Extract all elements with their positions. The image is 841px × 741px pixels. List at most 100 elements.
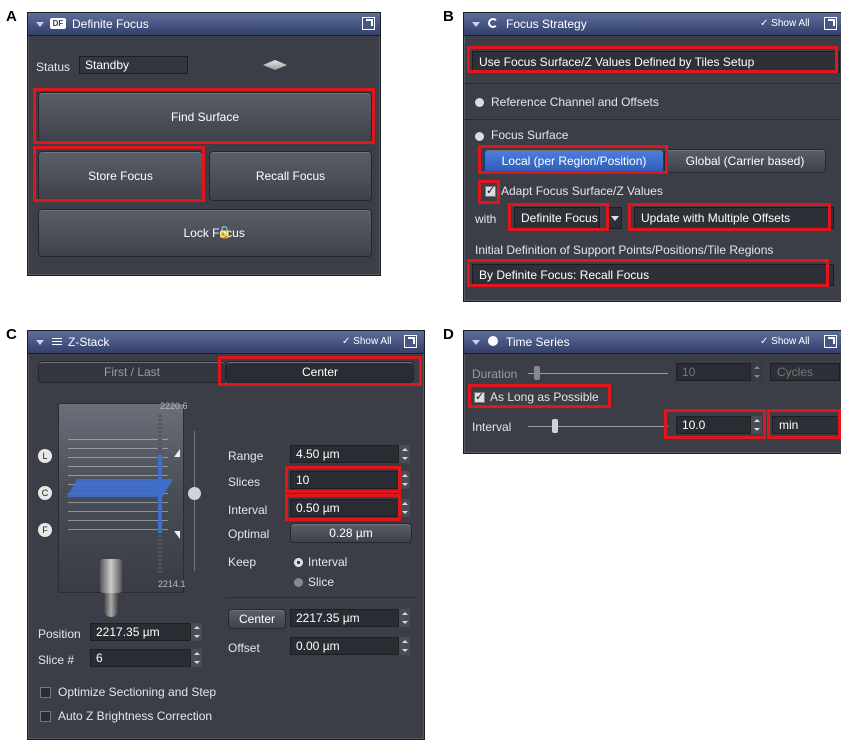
undock-icon[interactable] (824, 17, 837, 30)
z-stack-panel: Z-Stack ✓ Show All First / Last Center 2… (27, 330, 425, 740)
slices-field[interactable]: 10 (290, 471, 410, 489)
range-bottom-marker[interactable] (174, 531, 180, 539)
slice-number-field[interactable]: 6 (90, 649, 202, 667)
collapse-arrow-icon[interactable] (472, 22, 480, 27)
time-series-panel: Time Series ✓ Show All Duration 10 Cycle… (463, 330, 841, 454)
duration-unit-select[interactable]: Cycles (770, 363, 840, 381)
offset-field[interactable]: 0.00 µm (290, 637, 410, 655)
center-button[interactable]: Center (228, 609, 286, 629)
range-label: Range (228, 449, 264, 463)
df-badge-icon: DF (50, 18, 66, 29)
undock-icon[interactable] (362, 17, 375, 30)
local-per-region-button[interactable]: Local (per Region/Position) (484, 149, 664, 173)
keep-label: Keep (228, 555, 257, 569)
offset-stepper[interactable] (398, 637, 410, 655)
reference-channel-section[interactable]: Reference Channel and Offsets (491, 95, 659, 109)
panel-title: Time Series (506, 335, 570, 349)
duration-slider-knob[interactable] (534, 366, 540, 380)
lock-focus-button[interactable]: 🔒 Lock Focus (38, 209, 372, 257)
status-value: Standby (79, 56, 188, 74)
as-long-as-possible-label: As Long as Possible (490, 390, 599, 404)
slice-number-stepper[interactable] (190, 649, 202, 667)
duration-slider-track[interactable] (528, 373, 668, 374)
auto-z-brightness-label: Auto Z Brightness Correction (58, 709, 213, 723)
as-long-as-possible-checkbox[interactable] (474, 390, 485, 403)
tab-first-last[interactable]: First / Last (38, 361, 226, 383)
global-carrier-button[interactable]: Global (Carrier based) (664, 149, 826, 173)
show-all-toggle[interactable]: ✓ Show All (760, 18, 810, 29)
tab-center[interactable]: Center (226, 361, 414, 383)
offset-label: Offset (228, 641, 260, 655)
position-field[interactable]: 2217.35 µm (90, 623, 202, 641)
optimize-sectioning-label: Optimize Sectioning and Step (58, 685, 217, 699)
collapse-arrow-icon[interactable] (36, 22, 44, 27)
show-all-toggle[interactable]: ✓ Show All (760, 336, 810, 347)
with-select[interactable]: Definite Focus (514, 207, 600, 229)
interval-label: Interval (228, 503, 268, 517)
show-all-toggle[interactable]: ✓ Show All (342, 336, 392, 347)
panel-label-c: C (6, 326, 17, 343)
z-stack-header[interactable]: Z-Stack ✓ Show All (28, 331, 424, 354)
objective-tip-icon (104, 593, 118, 617)
undock-icon[interactable] (824, 335, 837, 348)
undock-icon[interactable] (404, 335, 417, 348)
slices-label: Slices (228, 475, 261, 489)
panel-title: Focus Strategy (506, 17, 587, 31)
position-stepper[interactable] (190, 623, 202, 641)
panel-title: Z-Stack (68, 335, 110, 349)
range-field[interactable]: 4.50 µm (290, 445, 410, 463)
divider (464, 119, 841, 120)
store-focus-button[interactable]: Store Focus (38, 151, 203, 201)
panel-label-d: D (443, 326, 454, 343)
center-stepper[interactable] (398, 609, 410, 627)
auto-z-brightness-checkbox[interactable] (40, 711, 51, 722)
collapse-arrow-icon[interactable] (36, 340, 44, 345)
focus-surface-section[interactable]: Focus Surface (491, 128, 568, 142)
find-surface-button[interactable]: Find Surface (38, 92, 372, 142)
objective-icon (100, 559, 122, 593)
keep-slice-radio[interactable] (294, 578, 303, 587)
optimal-label: Optimal (228, 527, 270, 541)
expand-icon[interactable] (475, 98, 484, 107)
optimal-button[interactable]: 0.28 µm (290, 523, 412, 543)
interval-slider-knob[interactable] (552, 419, 558, 433)
range-stepper[interactable] (398, 445, 410, 463)
focus-strategy-icon (488, 18, 498, 28)
interval-slider-track[interactable] (528, 426, 668, 427)
keep-interval-label: Interval (308, 555, 348, 569)
definite-focus-header[interactable]: DF Definite Focus (28, 13, 380, 36)
interval-field[interactable]: 0.50 µm (290, 499, 410, 517)
chevron-down-icon (611, 216, 619, 221)
interval-label: Interval (472, 420, 512, 434)
focus-strategy-panel: Focus Strategy ✓ Show All Use Focus Surf… (463, 12, 841, 302)
top-value: 2220.6 (160, 401, 188, 411)
strategy-select[interactable]: Use Focus Surface/Z Values Defined by Ti… (472, 51, 840, 73)
range-top-marker[interactable] (174, 449, 180, 457)
collapse-icon[interactable] (475, 132, 484, 141)
optimize-sectioning-checkbox[interactable] (40, 687, 51, 698)
focus-knob[interactable] (188, 487, 201, 500)
with-select-dropdown[interactable] (608, 207, 622, 229)
center-marker[interactable]: C (38, 486, 52, 500)
slices-stepper[interactable] (398, 471, 410, 489)
keep-slice-label: Slice (308, 575, 335, 589)
keep-interval-radio[interactable] (294, 558, 303, 567)
interval-unit-select[interactable]: min (772, 416, 840, 434)
recall-focus-button[interactable]: Recall Focus (209, 151, 372, 201)
last-marker[interactable]: L (38, 449, 52, 463)
z-stack-icon (52, 338, 62, 339)
adapt-focus-label: Adapt Focus Surface/Z Values (501, 184, 663, 198)
adapt-focus-checkbox[interactable] (485, 184, 496, 197)
center-field[interactable]: 2217.35 µm (290, 609, 410, 627)
focus-strategy-header[interactable]: Focus Strategy ✓ Show All (464, 13, 841, 36)
time-series-header[interactable]: Time Series ✓ Show All (464, 331, 841, 354)
initial-definition-select[interactable]: By Definite Focus: Recall Focus (472, 264, 834, 286)
collapse-arrow-icon[interactable] (472, 340, 480, 345)
focus-indicator-icon (263, 60, 287, 70)
duration-stepper[interactable] (750, 363, 762, 381)
focus-track (194, 431, 195, 571)
interval-stepper[interactable] (750, 416, 762, 434)
interval-stepper[interactable] (398, 499, 410, 517)
update-select[interactable]: Update with Multiple Offsets (634, 207, 834, 229)
first-marker[interactable]: F (38, 523, 52, 537)
